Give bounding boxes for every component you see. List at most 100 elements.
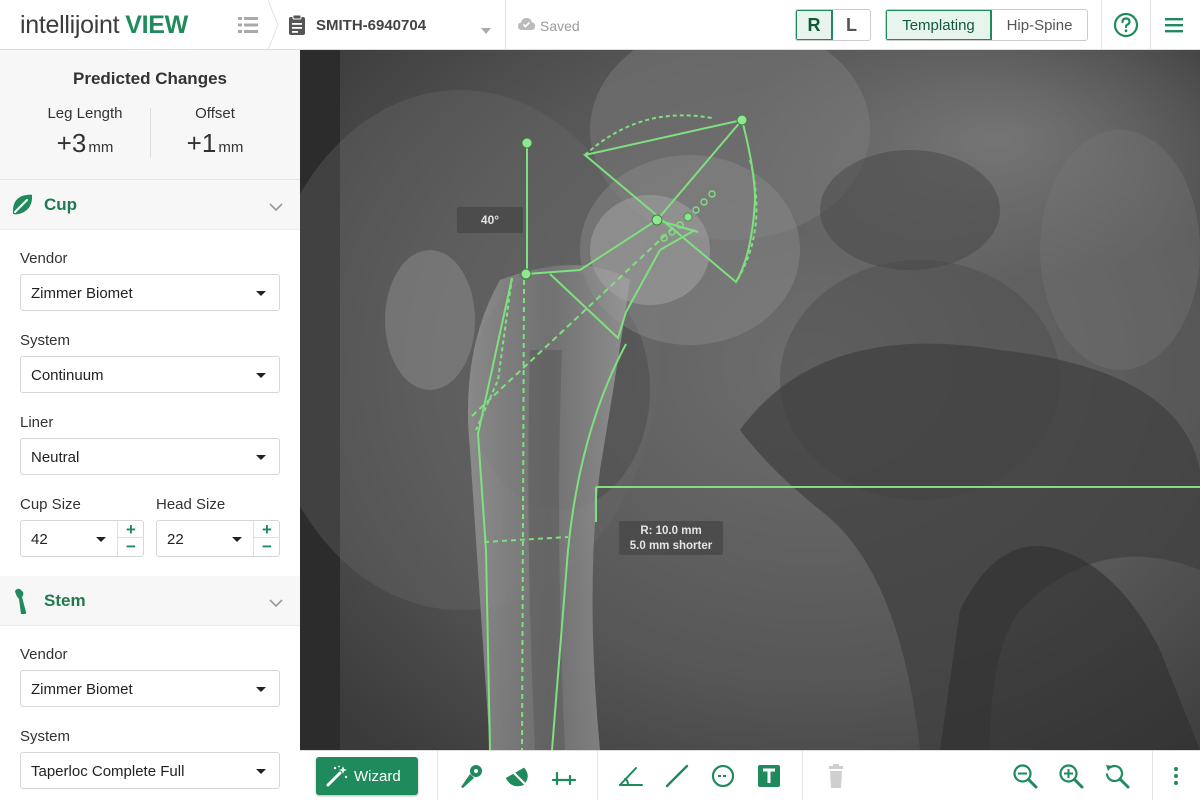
offset-label: Offset: [195, 105, 235, 122]
predicted-changes-title: Predicted Changes: [73, 69, 227, 88]
caret-down-icon: [256, 687, 266, 692]
bottom-toolbar: Wizard: [300, 750, 1200, 800]
wizard-label: Wizard: [354, 768, 401, 785]
liner-label: Liner: [20, 414, 54, 431]
caret-down-icon: [256, 373, 266, 378]
xray-canvas[interactable]: 40° R: 10.0 mm 5.0 mm shorter: [300, 50, 1200, 750]
logo-text: intellijoint: [20, 11, 120, 39]
logo-view-text: VIEW: [125, 11, 188, 39]
stem-vendor-label: Vendor: [20, 646, 68, 663]
divider: [802, 751, 803, 800]
measurement-line-2: 5.0 mm shorter: [630, 540, 713, 552]
predicted-changes-panel: Predicted Changes Leg Length +3 mm Offset…: [0, 50, 300, 180]
chevron-down-icon[interactable]: [269, 595, 283, 613]
help-icon[interactable]: [1113, 12, 1139, 43]
wizard-button[interactable]: Wizard: [316, 757, 418, 795]
side-left-button[interactable]: L: [833, 10, 870, 40]
xray-viewer[interactable]: 40° R: 10.0 mm 5.0 mm shorter: [300, 50, 1200, 750]
axis-handle-top[interactable]: [521, 137, 533, 149]
cup-implant-icon[interactable]: [505, 763, 531, 789]
magic-wand-icon: [326, 765, 348, 787]
stem-section-body: Vendor Zimmer Biomet System Taperloc Com…: [0, 626, 300, 800]
head-size-increment[interactable]: +: [254, 521, 280, 538]
stem-vendor-value: Zimmer Biomet: [31, 681, 133, 698]
leg-length-label: Leg Length: [47, 105, 123, 122]
implant-stem-icon[interactable]: [459, 763, 485, 789]
hamburger-menu-icon[interactable]: [1163, 15, 1185, 40]
divider: [1150, 0, 1151, 50]
head-center-handle[interactable]: [651, 214, 663, 226]
caret-down-icon[interactable]: [96, 537, 106, 542]
cup-handle[interactable]: [736, 114, 748, 126]
hip-spine-tab[interactable]: Hip-Spine: [992, 10, 1087, 40]
cup-size-increment[interactable]: +: [118, 521, 144, 538]
more-vert-icon[interactable]: [1163, 763, 1189, 789]
save-status: Saved: [540, 18, 580, 34]
zoom-reset-icon[interactable]: [1104, 763, 1130, 789]
app-logo: intellijoint VIEW: [20, 11, 188, 40]
cup-section-header[interactable]: Cup: [0, 180, 300, 230]
side-toggle: R L: [795, 9, 871, 41]
chevron-down-icon[interactable]: [269, 199, 283, 217]
cup-size-stepper[interactable]: 42 + −: [20, 520, 144, 557]
divider: [505, 0, 506, 50]
nav-divider-arrow: [268, 0, 279, 50]
leg-length-value: +3: [56, 128, 87, 158]
cup-vendor-select[interactable]: Zimmer Biomet: [20, 274, 280, 311]
list-icon[interactable]: [238, 15, 258, 40]
zoom-out-icon[interactable]: [1012, 763, 1038, 789]
divider: [1101, 0, 1102, 50]
measurement-line-1: R: 10.0 mm: [640, 525, 701, 537]
angle-label: 40°: [481, 213, 499, 227]
case-name[interactable]: SMITH-6940704: [316, 17, 426, 34]
stem-system-value: Taperloc Complete Full: [31, 763, 185, 780]
head-size-stepper[interactable]: 22 + −: [156, 520, 280, 557]
line-icon[interactable]: [664, 763, 690, 789]
chevron-down-icon[interactable]: [481, 21, 491, 39]
leg-length-unit: mm: [88, 139, 114, 156]
divider: [1152, 751, 1153, 800]
zoom-in-icon[interactable]: [1058, 763, 1084, 789]
cup-size-decrement[interactable]: −: [118, 538, 144, 555]
offset-unit: mm: [218, 139, 244, 156]
clipboard-icon: [288, 14, 306, 41]
head-size-label: Head Size: [156, 496, 226, 513]
text-icon[interactable]: [756, 763, 782, 789]
stem-icon: [14, 588, 32, 619]
stem-system-label: System: [20, 728, 71, 745]
mode-toggle: Templating Hip-Spine: [885, 9, 1088, 41]
cup-system-value: Continuum: [31, 367, 104, 384]
liner-value: Neutral: [31, 449, 80, 466]
side-right-button[interactable]: R: [796, 10, 833, 40]
templating-tab[interactable]: Templating: [886, 10, 992, 40]
divider: [597, 751, 598, 800]
caret-down-icon: [256, 455, 266, 460]
cup-size-label: Cup Size: [20, 496, 81, 513]
divider: [437, 751, 438, 800]
caret-down-icon[interactable]: [232, 537, 242, 542]
top-bar: intellijoint VIEW SMITH-6940704 Saved R L…: [0, 0, 1200, 50]
cup-system-select[interactable]: Continuum: [20, 356, 280, 393]
angle-icon[interactable]: [618, 763, 644, 789]
leg-length-icon[interactable]: [551, 763, 577, 789]
head-size-decrement[interactable]: −: [254, 538, 280, 555]
cup-section-title: Cup: [44, 195, 78, 214]
head-size-value: 22: [167, 531, 184, 548]
sidebar: Predicted Changes Leg Length +3 mm Offset…: [0, 50, 300, 800]
trash-icon[interactable]: [823, 763, 849, 789]
liner-select[interactable]: Neutral: [20, 438, 280, 475]
leaf-cup-icon: [11, 194, 33, 221]
axis-handle-mid[interactable]: [520, 268, 532, 280]
stem-vendor-select[interactable]: Zimmer Biomet: [20, 670, 280, 707]
caret-down-icon: [256, 291, 266, 296]
stem-system-select[interactable]: Taperloc Complete Full: [20, 752, 280, 789]
cup-vendor-value: Zimmer Biomet: [31, 285, 133, 302]
cloud-icon: [518, 17, 535, 36]
leg-length-stat: Leg Length +3 mm: [10, 105, 160, 159]
cup-size-value: 42: [31, 531, 48, 548]
circle-icon[interactable]: [710, 763, 736, 789]
cup-vendor-label: Vendor: [20, 250, 68, 267]
caret-down-icon: [256, 769, 266, 774]
stem-section-header[interactable]: Stem: [0, 576, 300, 626]
stem-section-title: Stem: [44, 591, 86, 610]
